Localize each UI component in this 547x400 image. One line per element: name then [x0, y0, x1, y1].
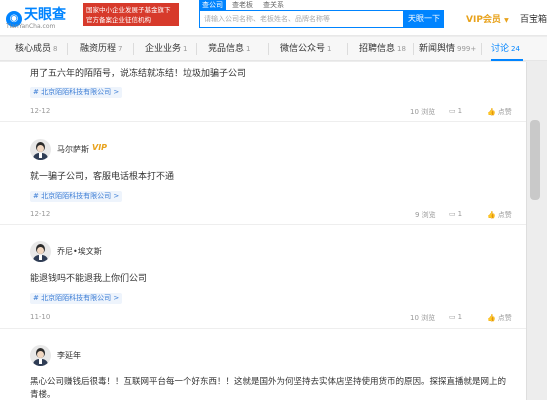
nav-item-count: 24 [511, 45, 520, 53]
nav-divider [133, 43, 134, 55]
reply-count: 1 [457, 210, 463, 218]
like-label: 点赞 [497, 211, 512, 219]
nav-item-wechat[interactable]: 微信公众号 1 [280, 37, 331, 61]
nav-item-competitors[interactable]: 竞品信息 1 [208, 37, 250, 61]
discussion-post: 马尔萨斯 VIP 就一骗子公司，客服电话根本打不通 # 北京陌陌科技有限公司 >… [0, 129, 526, 225]
like-label: 点赞 [497, 108, 512, 116]
nav-item-count: 1 [246, 45, 251, 53]
post-date: 12-12 [30, 107, 51, 115]
thumbs-up-icon: 👍 [487, 314, 496, 322]
view-count: 10 浏览 [410, 108, 436, 116]
comment-icon: ▭ [449, 313, 456, 321]
nav-item-label: 竞品信息 [208, 44, 245, 54]
chevron-down-icon: ▼ [504, 17, 509, 24]
post-text-continued: 青楼。 [30, 390, 56, 400]
page: ◉ 天眼查 TianYanCha.com 国家中小企业发展子基金旗下 官方备案企业… [0, 0, 547, 400]
author-name[interactable]: 李延年 [57, 350, 81, 361]
like-button[interactable]: 👍 点赞 [487, 107, 512, 117]
comment-icon: ▭ [449, 107, 456, 115]
search-tab-relation[interactable]: 查关系 [263, 0, 284, 10]
reply-count: 1 [457, 107, 463, 115]
gov-badge-line2: 官方备案企业征信机构 [86, 16, 151, 24]
page-scrollbar[interactable] [526, 62, 547, 400]
reply-button[interactable]: ▭ 1 [449, 210, 462, 218]
user-avatar[interactable] [30, 241, 51, 262]
nav-item-label: 企业业务 [145, 44, 182, 54]
gov-badge[interactable]: 国家中小企业发展子基金旗下 官方备案企业征信机构 [83, 3, 179, 26]
nav-item-recruitment[interactable]: 招聘信息 18 [359, 37, 406, 61]
nav-item-news[interactable]: 新闻舆情 999+ [419, 37, 476, 61]
nav-item-count: 1 [183, 45, 188, 53]
nav-item-count: 8 [53, 45, 58, 53]
nav-item-label: 核心成员 [15, 44, 52, 54]
search-tab-company[interactable]: 查公司 [199, 0, 226, 10]
nav-item-label: 新闻舆情 [419, 44, 456, 54]
nav-divider [413, 43, 414, 55]
post-date: 12-12 [30, 210, 51, 218]
user-avatar[interactable] [30, 139, 51, 160]
nav-active-underline [491, 59, 523, 61]
like-button[interactable]: 👍 点赞 [487, 313, 512, 323]
post-text: 就一骗子公司，客服电话根本打不通 [30, 172, 175, 182]
like-label: 点赞 [497, 314, 512, 322]
author-name[interactable]: 乔尼•埃文斯 [57, 246, 102, 257]
search-input[interactable]: 请输入公司名称、老板姓名、品牌名称等 [199, 10, 404, 28]
nav-divider [481, 43, 482, 55]
nav-item-discussion[interactable]: 讨论 24 [491, 37, 520, 61]
top-header: ◉ 天眼查 TianYanCha.com 国家中小企业发展子基金旗下 官方备案企业… [0, 0, 547, 36]
nav-item-label: 招聘信息 [359, 44, 396, 54]
logo-subtitle: TianYanCha.com [6, 23, 56, 30]
post-text: 黑心公司赚钱后很毒！！互联网平台每一个好东西！！这就是国外为何坚持去实体店坚持使… [30, 377, 507, 387]
thumbs-up-icon: 👍 [487, 108, 496, 116]
discussion-post: 李延年 黑心公司赚钱后很毒！！互联网平台每一个好东西！！这就是国外为何坚持去实体… [0, 337, 526, 400]
nav-item-count: 999+ [457, 45, 477, 53]
view-count: 9 浏览 [415, 211, 436, 219]
nav-item-core-members[interactable]: 核心成员 8 [15, 37, 57, 61]
reply-button[interactable]: ▭ 1 [449, 313, 462, 321]
user-avatar[interactable] [30, 345, 51, 366]
company-tag[interactable]: # 北京陌陌科技有限公司 > [30, 293, 123, 304]
reply-count: 1 [457, 313, 463, 321]
comment-icon: ▭ [449, 210, 456, 218]
thumbs-up-icon: 👍 [487, 211, 496, 219]
nav-item-label: 讨论 [491, 44, 510, 54]
nav-divider [268, 43, 269, 55]
company-tag[interactable]: # 北京陌陌科技有限公司 > [30, 191, 123, 202]
discussion-list: 用了五六年的陌陌号，说冻结就冻结！垃圾加骗子公司 # 北京陌陌科技有限公司 > … [0, 62, 526, 400]
nav-item-label: 融资历程 [80, 44, 117, 54]
nav-divider [347, 43, 348, 55]
company-tag[interactable]: # 北京陌陌科技有限公司 > [30, 87, 123, 98]
view-count: 10 浏览 [410, 314, 436, 322]
discussion-post: 用了五六年的陌陌号，说冻结就冻结！垃圾加骗子公司 # 北京陌陌科技有限公司 > … [0, 62, 526, 122]
vip-badge: VIP [92, 143, 108, 152]
nav-item-business[interactable]: 企业业务 1 [145, 37, 187, 61]
vip-member-label: VIP会员 [466, 15, 501, 25]
baibao-link[interactable]: 百宝箱 [520, 12, 547, 25]
post-text: 用了五六年的陌陌号，说冻结就冻结！垃圾加骗子公司 [30, 69, 247, 79]
nav-item-count: 7 [118, 45, 123, 53]
nav-divider [196, 43, 197, 55]
nav-divider [67, 43, 68, 55]
nav-item-label: 微信公众号 [280, 44, 326, 54]
nav-item-count: 1 [327, 45, 332, 53]
tianyancha-logo[interactable]: ◉ 天眼查 TianYanCha.com [6, 4, 82, 32]
search-button[interactable]: 天眼一下 [404, 10, 444, 28]
post-text: 能退钱吗不能退我上你们公司 [30, 274, 148, 284]
logo-title-text: 天眼查 [24, 7, 66, 23]
vip-member-link[interactable]: VIP会员 ▼ [466, 12, 509, 25]
company-nav: 核心成员 8 融资历程 7 企业业务 1 竞品信息 1 微信公众号 1 招聘信息 18 新闻… [0, 37, 547, 61]
scrollbar-thumb[interactable] [530, 120, 540, 200]
nav-item-financing[interactable]: 融资历程 7 [80, 37, 122, 61]
author-name[interactable]: 马尔萨斯 [57, 144, 89, 155]
like-button[interactable]: 👍 点赞 [487, 210, 512, 220]
nav-item-count: 18 [397, 45, 406, 53]
gov-badge-line1: 国家中小企业发展子基金旗下 [86, 6, 171, 14]
discussion-post: 乔尼•埃文斯 能退钱吗不能退我上你们公司 # 北京陌陌科技有限公司 > 11-1… [0, 233, 526, 329]
reply-button[interactable]: ▭ 1 [449, 107, 462, 115]
search-tab-boss[interactable]: 查老板 [232, 0, 253, 10]
post-date: 11-10 [30, 313, 51, 321]
